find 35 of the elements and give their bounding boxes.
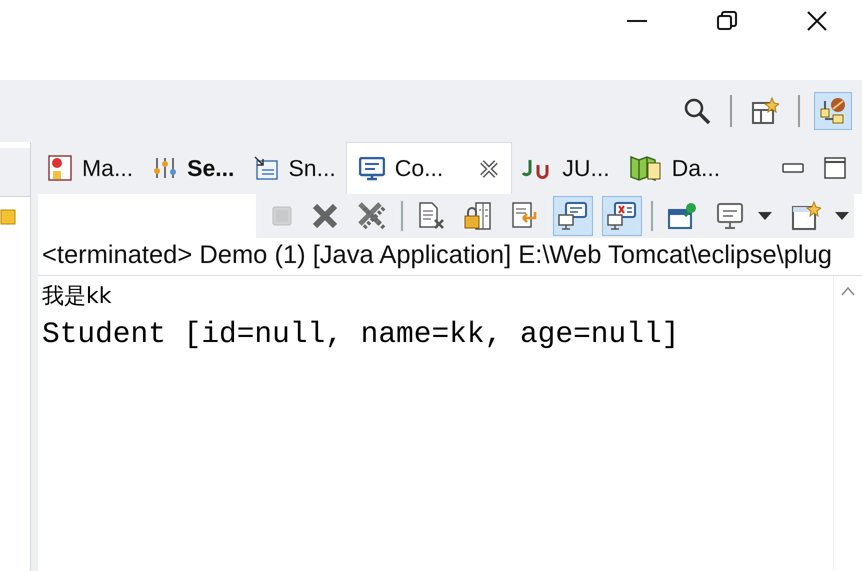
window-icon[interactable]: [751, 97, 779, 125]
maximize-icon[interactable]: [824, 157, 846, 179]
toolbar-button[interactable]: [814, 92, 852, 130]
scroll-up-icon[interactable]: [841, 286, 855, 296]
dropdown-caret-icon[interactable]: [758, 212, 772, 220]
view-tab[interactable]: Da...: [620, 142, 730, 194]
pin-icon[interactable]: [667, 202, 697, 230]
wrap-icon[interactable]: [511, 202, 539, 230]
close-icon[interactable]: [479, 158, 500, 178]
minimize-icon[interactable]: [782, 163, 804, 173]
new-window-icon[interactable]: [791, 201, 821, 231]
monitor-icon: [358, 156, 385, 180]
close-icon[interactable]: [807, 11, 827, 31]
map-icon: [630, 153, 662, 183]
console-status: <terminated> Demo (1) [Java Application] E:\Web Tomcat\eclipse\plug: [42, 241, 832, 270]
view-tab[interactable]: Sn...: [244, 142, 346, 194]
dropdown-caret-icon[interactable]: [835, 212, 849, 220]
perspective-icon[interactable]: [819, 97, 847, 125]
view-tab[interactable]: Ma...: [38, 142, 144, 194]
monitor-icon[interactable]: [716, 202, 744, 230]
clear-document-icon[interactable]: [417, 202, 445, 230]
console-line: 我是kk: [42, 284, 112, 309]
restore-icon[interactable]: [717, 11, 737, 31]
snippets-icon: [254, 156, 278, 180]
x-icon[interactable]: [312, 203, 338, 229]
console-line: Student [id=null, name=kk, age=null]: [42, 317, 680, 351]
view-tab[interactable]: Co...: [346, 142, 512, 194]
sliders-icon: [153, 157, 178, 179]
lock-icon[interactable]: [464, 202, 492, 230]
view-tab[interactable]: JU...: [512, 142, 620, 194]
view-tab[interactable]: Se...: [143, 142, 244, 194]
search-icon[interactable]: [683, 97, 711, 125]
markers-icon: [48, 155, 72, 181]
minimize-icon[interactable]: [627, 19, 647, 23]
square-icon: [0, 209, 16, 225]
